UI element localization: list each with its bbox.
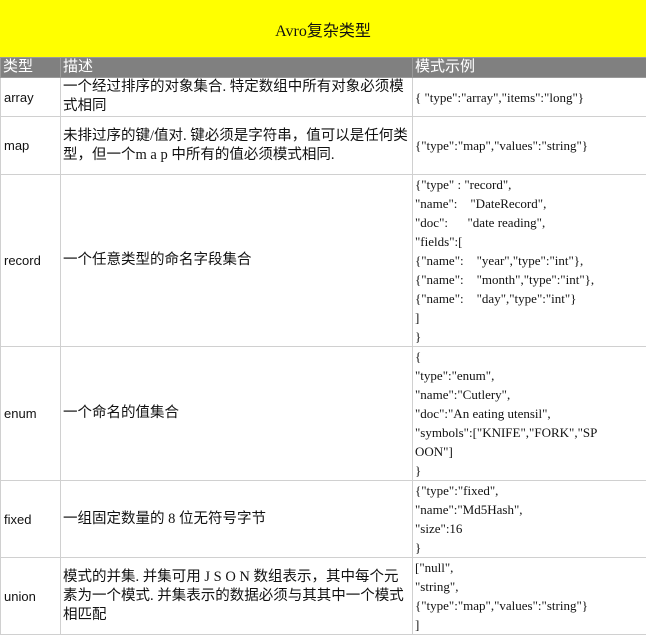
description-cell: 模式的并集. 并集可用 J S O N 数组表示，其中每个元素为一个模式. 并集…: [61, 558, 413, 635]
schema-cell: { "type":"array","items":"long"}: [413, 78, 646, 117]
table-title: Avro复杂类型: [0, 0, 646, 57]
schema-cell: {"type":"fixed", "name":"Md5Hash", "size…: [413, 481, 646, 558]
header-schema-example: 模式示例: [413, 58, 646, 78]
header-description: 描述: [61, 58, 413, 78]
type-cell: array: [1, 78, 61, 117]
description-cell: 一个命名的值集合: [61, 347, 413, 481]
table-row: enum 一个命名的值集合 { "type":"enum", "name":"C…: [1, 347, 646, 481]
table-row: map 未排过序的键/值对. 键必须是字符串，值可以是任何类型，但一个m a p…: [1, 117, 646, 175]
table-row: union 模式的并集. 并集可用 J S O N 数组表示，其中每个元素为一个…: [1, 558, 646, 635]
type-cell: record: [1, 175, 61, 347]
header-row: 类型 描述 模式示例: [1, 58, 646, 78]
description-cell: 一个任意类型的命名字段集合: [61, 175, 413, 347]
type-cell: enum: [1, 347, 61, 481]
description-cell: 一组固定数量的 8 位无符号字节: [61, 481, 413, 558]
description-cell: 一个经过排序的对象集合. 特定数组中所有对象必须模式相同: [61, 78, 413, 117]
table-row: record 一个任意类型的命名字段集合 {"type" : "record",…: [1, 175, 646, 347]
table-row: array 一个经过排序的对象集合. 特定数组中所有对象必须模式相同 { "ty…: [1, 78, 646, 117]
schema-cell: {"type" : "record", "name": "DateRecord"…: [413, 175, 646, 347]
table-row: fixed 一组固定数量的 8 位无符号字节 {"type":"fixed", …: [1, 481, 646, 558]
schema-cell: { "type":"enum", "name":"Cutlery", "doc"…: [413, 347, 646, 481]
header-type: 类型: [1, 58, 61, 78]
table-title-text: Avro复杂类型: [275, 17, 371, 41]
type-cell: fixed: [1, 481, 61, 558]
type-cell: union: [1, 558, 61, 635]
description-cell: 未排过序的键/值对. 键必须是字符串，值可以是任何类型，但一个m a p 中所有…: [61, 117, 413, 175]
schema-cell: ["null", "string", {"type":"map","values…: [413, 558, 646, 635]
avro-complex-types-table: 类型 描述 模式示例 array 一个经过排序的对象集合. 特定数组中所有对象必…: [0, 57, 646, 635]
schema-cell: {"type":"map","values":"string"}: [413, 117, 646, 175]
type-cell: map: [1, 117, 61, 175]
